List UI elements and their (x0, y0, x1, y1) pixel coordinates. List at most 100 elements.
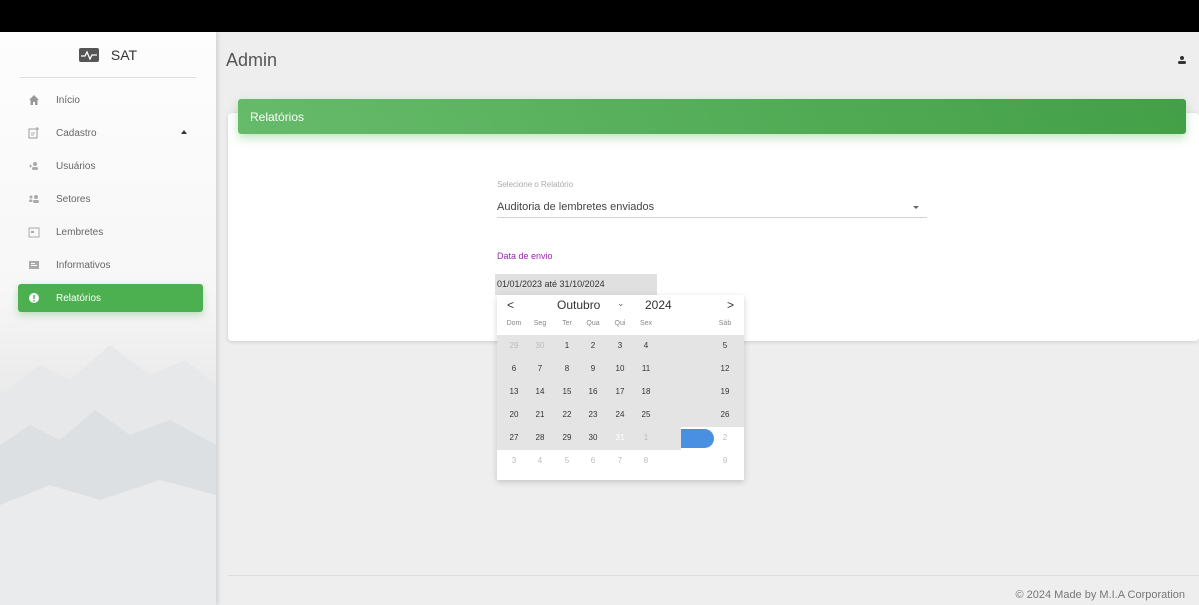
calendar-day[interactable]: 5 (712, 341, 738, 350)
sidebar-item-label: Lembretes (56, 226, 104, 238)
calendar-day[interactable]: 21 (527, 410, 553, 419)
report-select-label: Selecione o Relatório (497, 180, 574, 189)
sidebar-nav: Início Cadastro Usuários Setores Lembret… (18, 86, 203, 317)
sidebar-item-label: Início (56, 94, 80, 106)
previous-month-button[interactable]: < (507, 298, 514, 312)
card-header: Relatórios (238, 99, 1186, 134)
calendar-day[interactable]: 9 (580, 364, 606, 373)
chevron-down-icon[interactable]: ⌄ (617, 298, 625, 309)
report-select[interactable]: Auditoria de lembretes enviados (497, 198, 927, 218)
calendar-day[interactable]: 18 (633, 387, 659, 396)
calendar-day[interactable]: 14 (527, 387, 553, 396)
sectors-icon (28, 193, 40, 205)
calendar-day[interactable]: 28 (527, 433, 553, 442)
caret-down-icon (913, 206, 919, 209)
calendar-day[interactable]: 29 (501, 341, 527, 350)
sidebar-item-informativos[interactable]: Informativos (18, 251, 203, 279)
calendar-day[interactable]: 31 (607, 433, 633, 442)
calendar-day[interactable]: 20 (501, 410, 527, 419)
calendar-day[interactable]: 2 (712, 433, 738, 442)
calendar-day[interactable]: 10 (607, 364, 633, 373)
sidebar-item-label: Informativos (56, 259, 111, 271)
page-title: Admin (226, 50, 278, 70)
calendar-day[interactable]: 11 (633, 364, 659, 373)
home-icon (28, 94, 40, 106)
calendar-header: < Outubro ⌄ 2024 > (497, 298, 744, 314)
calendar-day[interactable]: 1 (554, 341, 580, 350)
calendar-day[interactable]: 19 (712, 387, 738, 396)
sidebar-item-label: Cadastro (56, 127, 97, 139)
weekday-label: Qui (614, 320, 626, 327)
date-range-input[interactable]: 01/01/2023 até 31/10/2024 (495, 274, 657, 295)
calendar-week: 27 28 29 30 31 1 2 (497, 427, 744, 450)
selected-day-highlight (681, 429, 714, 448)
calendar-week: 345678 9 (497, 450, 744, 473)
sidebar-item-usuarios[interactable]: Usuários (18, 152, 203, 180)
calendar-day[interactable]: 17 (607, 387, 633, 396)
calendar-week: 20 21 22 23 24 25 26 (497, 404, 744, 427)
monitor-pulse-icon (78, 47, 99, 62)
calendar-week: 13 14 15 16 17 18 19 (497, 381, 744, 404)
weekday-label: Seg (533, 320, 547, 327)
calendar-day[interactable]: 15 (554, 387, 580, 396)
add-document-icon (28, 127, 40, 139)
calendar-day[interactable]: 2 (580, 341, 606, 350)
reminder-icon (28, 226, 40, 238)
sidebar-item-cadastro[interactable]: Cadastro (18, 119, 203, 147)
report-icon (28, 292, 40, 304)
calendar-day[interactable]: 7 (607, 456, 633, 465)
weekday-label: Sex (639, 320, 653, 327)
date-picker-calendar: < Outubro ⌄ 2024 > Dom Seg Ter Qua Qui Sex Sáb… (497, 295, 744, 480)
calendar-day[interactable]: 4 (633, 341, 659, 350)
users-icon (28, 160, 40, 172)
sidebar-item-label: Usuários (56, 160, 96, 172)
calendar-day[interactable]: 8 (633, 456, 659, 465)
weekday-label: Ter (562, 320, 572, 327)
next-month-button[interactable]: > (727, 298, 734, 312)
calendar-day[interactable]: 25 (633, 410, 659, 419)
weekday-label: Qua (586, 320, 600, 327)
calendar-day[interactable]: 22 (554, 410, 580, 419)
calendar-day[interactable]: 29 (554, 433, 580, 442)
info-card-icon (28, 259, 40, 271)
sidebar-item-relatorios[interactable]: Relatórios (18, 284, 203, 312)
sidebar-item-label: Setores (56, 193, 91, 205)
weekday-label: Dom (506, 320, 522, 327)
user-icon[interactable] (1177, 55, 1187, 65)
calendar-week: 6 7 8 9 10 11 12 (497, 358, 744, 381)
calendar-day[interactable]: 27 (501, 433, 527, 442)
calendar-day[interactable]: 30 (527, 341, 553, 350)
calendar-day[interactable]: 6 (501, 364, 527, 373)
month-select[interactable]: Outubro (557, 298, 600, 312)
date-filter-label: Data de envio (497, 251, 553, 261)
calendar-day[interactable]: 13 (501, 387, 527, 396)
calendar-day[interactable]: 24 (607, 410, 633, 419)
mountain-background (0, 345, 216, 605)
sidebar-item-inicio[interactable]: Início (18, 86, 203, 114)
calendar-day[interactable]: 1 (633, 433, 659, 442)
brand[interactable]: SAT (20, 32, 196, 78)
calendar-day[interactable]: 6 (580, 456, 606, 465)
footer-copyright: © 2024 Made by M.I.A Corporation (1015, 589, 1185, 601)
calendar-day[interactable]: 3 (607, 341, 633, 350)
calendar-day[interactable]: 5 (554, 456, 580, 465)
calendar-day[interactable]: 12 (712, 364, 738, 373)
calendar-day[interactable]: 8 (554, 364, 580, 373)
sidebar-item-setores[interactable]: Setores (18, 185, 203, 213)
report-select-value: Auditoria de lembretes enviados (497, 201, 655, 213)
sidebar-item-lembretes[interactable]: Lembretes (18, 218, 203, 246)
year-select[interactable]: 2024 (645, 298, 672, 312)
calendar-day[interactable]: 23 (580, 410, 606, 419)
calendar-day[interactable]: 9 (712, 456, 738, 465)
calendar-day[interactable]: 26 (712, 410, 738, 419)
chevron-up-icon (181, 130, 187, 134)
footer-divider (228, 575, 1199, 576)
calendar-day[interactable]: 7 (527, 364, 553, 373)
calendar-day[interactable]: 3 (501, 456, 527, 465)
brand-label: SAT (110, 46, 138, 63)
calendar-day[interactable]: 30 (580, 433, 606, 442)
card-title: Relatórios (250, 109, 305, 124)
calendar-day[interactable]: 16 (580, 387, 606, 396)
calendar-day[interactable]: 4 (527, 456, 553, 465)
calendar-days: 29 30 1 2 3 4 5 6 7 8 9 10 11 12 13 14 15 16 17 18 19 20 21 22 2… (497, 335, 744, 473)
